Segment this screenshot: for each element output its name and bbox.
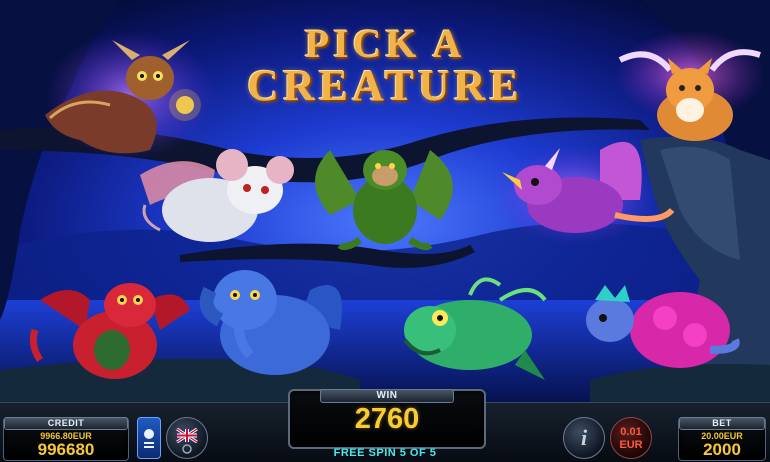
free-spin-counter: FREE SPIN 5 OF 5 <box>333 447 437 459</box>
denomination-currency: EUR <box>619 439 643 451</box>
title-line-2: CREATURE <box>247 61 523 110</box>
win-panel: WIN 2760 <box>288 389 486 449</box>
bet-value: 2000 <box>703 440 741 459</box>
denomination-button[interactable]: 0.01 EUR <box>610 417 652 459</box>
credit-label: CREDIT <box>4 417 128 430</box>
denomination-value: 0.01 <box>620 426 642 438</box>
bet-label: BET <box>679 417 765 430</box>
info-button[interactable]: i <box>563 417 605 459</box>
bet-panel[interactable]: BET 20.00EUR 2000 <box>678 417 766 461</box>
win-value: 2760 <box>354 403 420 435</box>
bottom-bar: CREDIT 9966.80EUR 996680 WIN 2760 FREE S… <box>0 389 770 462</box>
win-label: WIN <box>320 389 454 403</box>
info-icon: i <box>580 425 588 450</box>
game-screen: PICK A CREATURE CREDIT 9966.80EUR 996680 <box>0 0 770 462</box>
